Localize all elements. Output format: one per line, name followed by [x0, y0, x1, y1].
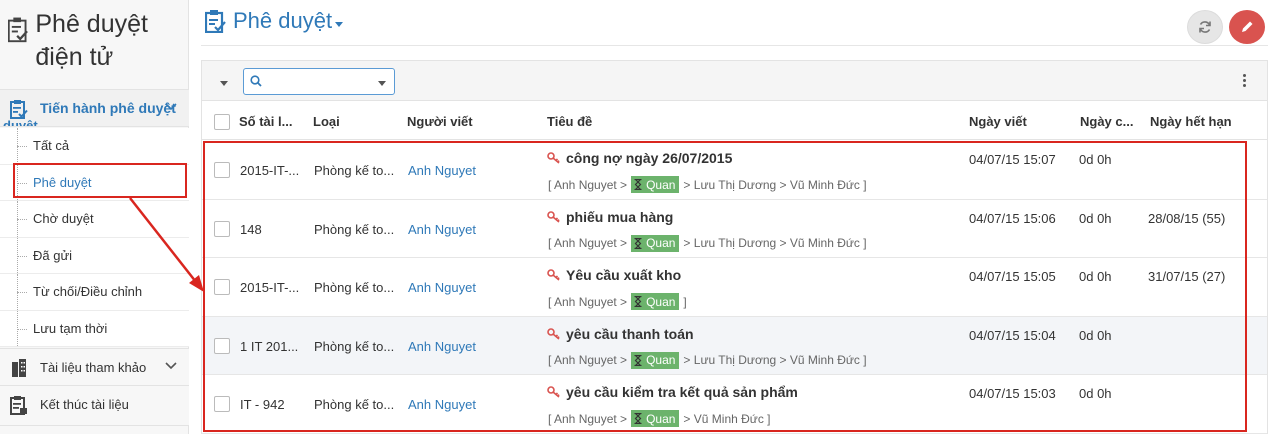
- annotation-highlight-box: [13, 163, 187, 198]
- search-input[interactable]: [266, 72, 376, 91]
- page-title: Phê duyệt: [233, 8, 333, 33]
- column-header-expiry[interactable]: Ngày hết hạn: [1150, 114, 1232, 129]
- bulk-action-caret-icon[interactable]: [220, 81, 228, 86]
- approval-document-icon: [10, 100, 28, 119]
- sidebar-group-label-overflow: duyệt: [3, 118, 38, 127]
- page-header: Phê duyệt: [201, 0, 1268, 46]
- search-icon: [250, 75, 262, 87]
- app-title: Phê duyệt điện tử: [8, 8, 186, 74]
- select-all-checkbox[interactable]: [214, 114, 230, 130]
- sidebar-group-reference[interactable]: Tài liệu tham khảo: [0, 348, 189, 386]
- refresh-icon: [1199, 21, 1211, 33]
- archive-document-icon: [10, 396, 27, 415]
- column-header-subject[interactable]: Tiêu đề: [547, 114, 592, 129]
- sidebar: Phê duyệt điện tử Tiến hành phê duyệt du…: [0, 0, 189, 434]
- table-header: Số tài l... Loại Người viết Tiêu đề Ngày…: [202, 102, 1267, 140]
- sidebar-subnav: Tất cả Phê duyệt Chờ duyệt Đã gửi Từ chố…: [0, 128, 189, 347]
- column-header-doc-no[interactable]: Số tài l...: [239, 114, 292, 129]
- app-title-text: Phê duyệt điện tử: [35, 10, 148, 71]
- building-icon: [12, 359, 26, 377]
- chevron-down-icon[interactable]: [165, 362, 177, 370]
- sidebar-group-label: Kết thúc tài liệu: [40, 397, 129, 412]
- sidebar-group-closed-documents[interactable]: Kết thúc tài liệu: [0, 386, 189, 426]
- more-options-icon[interactable]: [1243, 74, 1247, 89]
- sidebar-group-in-progress[interactable]: Tiến hành phê duyệt duyệt: [0, 89, 189, 127]
- list-toolbar: [202, 61, 1267, 101]
- sidebar-item-all[interactable]: Tất cả: [0, 128, 189, 165]
- sidebar-item-pending[interactable]: Chờ duyệt: [0, 201, 189, 238]
- refresh-button[interactable]: [1187, 10, 1223, 44]
- sidebar-group-label: Tiến hành phê duyệt: [40, 100, 176, 116]
- sidebar-item-drafts[interactable]: Lưu tạm thời: [0, 310, 189, 347]
- page-title-dropdown[interactable]: Phê duyệt: [205, 8, 344, 34]
- search-dropdown-caret-icon[interactable]: [378, 81, 386, 86]
- approval-document-icon: [8, 17, 28, 43]
- column-header-writer[interactable]: Người viết: [407, 114, 473, 129]
- caret-down-icon: [335, 21, 344, 27]
- pencil-icon: [1242, 21, 1253, 32]
- column-header-duration[interactable]: Ngày c...: [1080, 114, 1133, 129]
- column-header-type[interactable]: Loại: [313, 114, 340, 129]
- sidebar-item-sent[interactable]: Đã gửi: [0, 237, 189, 274]
- sidebar-item-rejected[interactable]: Từ chối/Điều chỉnh: [0, 274, 189, 311]
- chevron-down-icon[interactable]: [165, 103, 177, 111]
- edit-button[interactable]: [1229, 10, 1265, 44]
- sidebar-group-label: Tài liệu tham khảo: [40, 360, 147, 375]
- annotation-rows-box: [203, 141, 1247, 432]
- column-header-written-date[interactable]: Ngày viết: [969, 114, 1027, 129]
- search-box[interactable]: [243, 68, 395, 95]
- approval-document-icon: [205, 10, 226, 33]
